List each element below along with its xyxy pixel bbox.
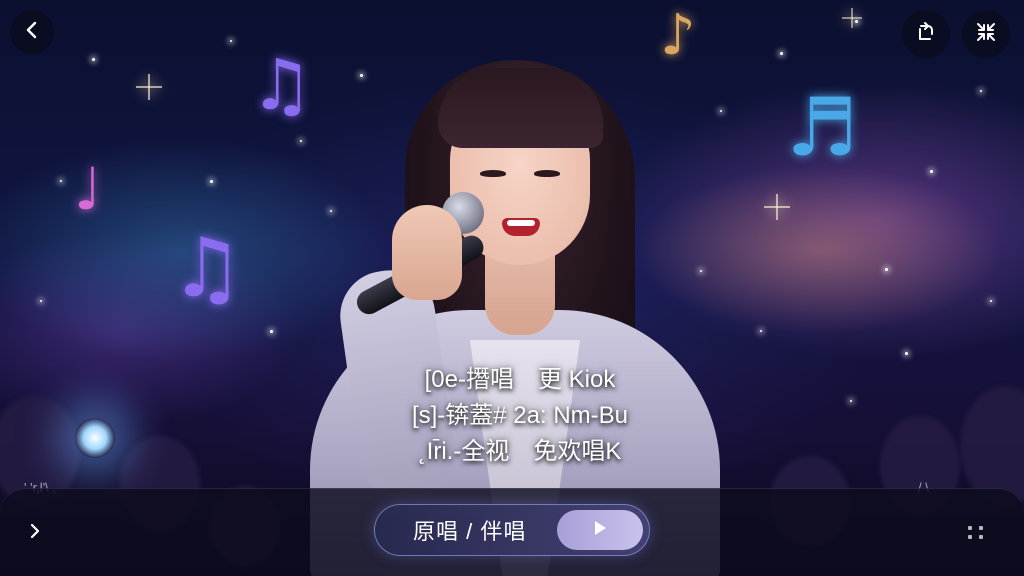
play-icon <box>591 519 609 542</box>
star <box>930 170 933 173</box>
star <box>40 300 42 302</box>
beamed-notes-icon: ♫ <box>170 221 244 316</box>
expand-panel-button[interactable] <box>20 518 50 548</box>
original-accompaniment-toggle[interactable]: 原唱 / 伴唱 <box>374 504 650 556</box>
rotate-screen-button[interactable] <box>902 10 950 58</box>
rotate-screen-icon <box>914 20 938 49</box>
mode-toggle-label: 原唱 / 伴唱 <box>413 519 527 544</box>
star <box>980 90 982 92</box>
star <box>230 40 232 42</box>
star <box>885 268 888 271</box>
music-note-icon: ♩ <box>74 155 102 223</box>
karaoke-stage: ♫ ♫ ♩ ♪ ♬ [0e-撍唱 更 Kiok [s]-锛蓋# 2a: Nm-B… <box>0 0 1024 576</box>
lyric-line: [0e-撍唱 更 Kiok <box>424 366 616 393</box>
star <box>60 180 62 182</box>
lyric-line: ˛Ir̄i.-全视 免欢唱K <box>418 438 622 465</box>
star <box>760 330 762 332</box>
play-button[interactable] <box>557 510 643 550</box>
lyric-line: [s]-锛蓋# 2a: Nm-Bu <box>411 402 629 429</box>
exit-fullscreen-button[interactable] <box>962 10 1010 58</box>
lyrics-panel: [0e-撍唱 更 Kiok [s]-锛蓋# 2a: Nm-Bu ˛Ir̄i.-全… <box>330 362 710 470</box>
chevron-left-icon <box>22 20 42 45</box>
star <box>990 300 992 302</box>
sparkle <box>764 194 790 220</box>
star <box>780 52 783 55</box>
star <box>210 180 213 183</box>
sparkle <box>136 74 162 100</box>
back-button[interactable] <box>10 10 54 54</box>
more-options-button[interactable] <box>962 518 990 546</box>
grid-dots-icon <box>967 525 972 530</box>
chevron-right-icon <box>28 523 42 544</box>
sparkle <box>842 8 862 28</box>
star <box>92 58 95 61</box>
star <box>270 330 273 333</box>
beamed-notes-icon: ♬ <box>786 81 858 174</box>
stage-spotlight <box>75 418 115 458</box>
exit-fullscreen-icon <box>974 20 998 49</box>
star <box>905 352 908 355</box>
